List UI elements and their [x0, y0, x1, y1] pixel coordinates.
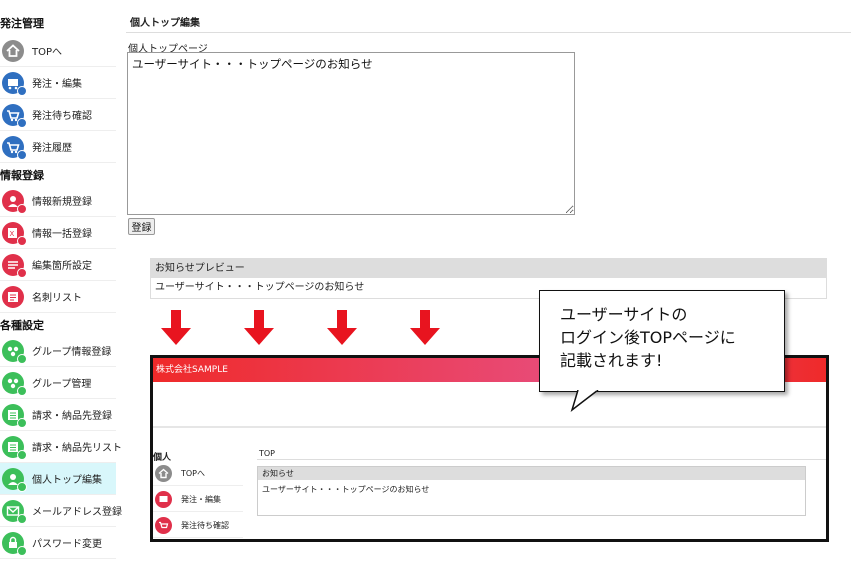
user-site-notice: お知らせ ユーザーサイト・・・トップページのお知らせ: [257, 466, 806, 516]
callout-line: ログイン後TOPページに: [560, 328, 736, 347]
section-heading-info: 情報登録: [0, 169, 44, 182]
sidebar-item-label: 個人トップ編集: [32, 475, 102, 486]
notice-preview-title: お知らせプレビュー: [151, 259, 826, 278]
callout-tail-icon: [570, 390, 599, 412]
callout-box: ユーザーサイトの ログイン後TOPページに 記載されます!: [539, 290, 785, 392]
user-site-divider: [153, 426, 826, 428]
sidebar-item-label: 情報一括登録: [32, 229, 92, 240]
cart-pending-icon: [155, 517, 172, 534]
group-manage-icon: [2, 371, 27, 396]
sidebar-item-order-edit[interactable]: 発注・編集: [0, 67, 116, 99]
sidebar-item-label: 名刺リスト: [32, 293, 82, 304]
group-add-icon: [2, 339, 27, 364]
user-site-nav-order-pending: 発注待ち確認: [153, 514, 243, 538]
order-edit-icon: [2, 71, 27, 96]
sidebar-item-label: 編集箇所設定: [32, 261, 92, 272]
mail-icon: [2, 499, 27, 524]
sidebar-item-card-list[interactable]: 名刺リスト: [0, 281, 116, 313]
sidebar-item-label: TOPへ: [32, 47, 63, 58]
home-icon: [2, 39, 24, 62]
sidebar-item-label: 発注・編集: [32, 79, 82, 90]
sidebar-item-edit-settings[interactable]: 編集箇所設定: [0, 249, 116, 281]
down-arrow-icon: [327, 310, 357, 345]
section-heading-settings: 各種設定: [0, 319, 44, 332]
sidebar-item-label: パスワード変更: [32, 539, 102, 550]
user-site-title-divider: [257, 459, 826, 460]
user-site-nav-label: 発注・編集: [181, 495, 221, 504]
list-settings-icon: [2, 253, 27, 278]
notice-textarea[interactable]: ユーザーサイト・・・トップページのお知らせ: [127, 52, 575, 215]
sidebar-item-group-register[interactable]: グループ情報登録: [0, 335, 116, 367]
callout-line: 記載されます!: [560, 351, 663, 370]
sidebar-item-label: 発注履歴: [32, 143, 72, 154]
sidebar: 発注管理 TOPへ 発注・編集 発注待ち確認 発注履歴 情報登録 情報新規登録 …: [0, 0, 122, 561]
billing-add-icon: [2, 403, 27, 428]
user-add-icon: [2, 189, 27, 214]
down-arrow-icon: [410, 310, 440, 345]
user-site-notice-title: お知らせ: [258, 467, 805, 480]
sidebar-item-info-bulk[interactable]: X 情報一括登録: [0, 217, 116, 249]
sidebar-item-label: グループ情報登録: [32, 347, 112, 358]
sidebar-item-label: 発注待ち確認: [32, 111, 92, 122]
cart-pending-icon: [2, 103, 27, 128]
sidebar-item-billing-list[interactable]: 請求・納品先リスト: [0, 431, 122, 463]
cart-history-icon: [2, 135, 27, 160]
user-site-notice-body: ユーザーサイト・・・トップページのお知らせ: [262, 485, 430, 494]
sidebar-item-label: グループ管理: [32, 379, 92, 390]
home-icon: [155, 465, 172, 482]
sidebar-item-label: 情報新規登録: [32, 197, 92, 208]
sidebar-item-password-change[interactable]: パスワード変更: [0, 527, 116, 559]
register-button[interactable]: 登録: [128, 218, 155, 235]
user-site-nav-label: TOPへ: [181, 469, 206, 478]
user-site-page-title: TOP: [259, 449, 276, 458]
down-arrow-icon: [161, 310, 191, 345]
svg-text:X: X: [10, 230, 15, 238]
section-heading-order: 発注管理: [0, 17, 44, 30]
sidebar-item-billing-register[interactable]: 請求・納品先登録: [0, 399, 116, 431]
sidebar-item-label: 請求・納品先リスト: [32, 443, 122, 454]
lock-icon: [2, 531, 27, 556]
title-divider: [126, 32, 851, 33]
card-list-icon: [2, 285, 24, 308]
down-arrow-icon: [244, 310, 274, 345]
sidebar-item-mail-register[interactable]: メールアドレス登録: [0, 495, 122, 527]
excel-import-icon: X: [2, 221, 27, 246]
sidebar-item-order-pending[interactable]: 発注待ち確認: [0, 99, 116, 131]
page-title: 個人トップ編集: [130, 18, 200, 29]
sidebar-item-top[interactable]: TOPへ: [0, 35, 116, 67]
sidebar-item-personal-top-edit[interactable]: 個人トップ編集: [0, 463, 116, 495]
user-site-nav-order-edit: 発注・編集: [153, 488, 243, 512]
user-site-nav-top: TOPへ: [153, 462, 243, 486]
billing-list-icon: [2, 435, 27, 460]
callout-line: ユーザーサイトの: [560, 305, 688, 324]
user-edit-icon: [2, 467, 27, 492]
sidebar-item-group-manage[interactable]: グループ管理: [0, 367, 116, 399]
order-edit-icon: [155, 491, 172, 508]
sidebar-item-order-history[interactable]: 発注履歴: [0, 131, 116, 163]
sidebar-item-label: メールアドレス登録: [32, 507, 122, 518]
sidebar-item-label: 請求・納品先登録: [32, 411, 112, 422]
sidebar-item-info-new[interactable]: 情報新規登録: [0, 185, 116, 217]
user-site-nav-label: 発注待ち確認: [181, 521, 229, 530]
